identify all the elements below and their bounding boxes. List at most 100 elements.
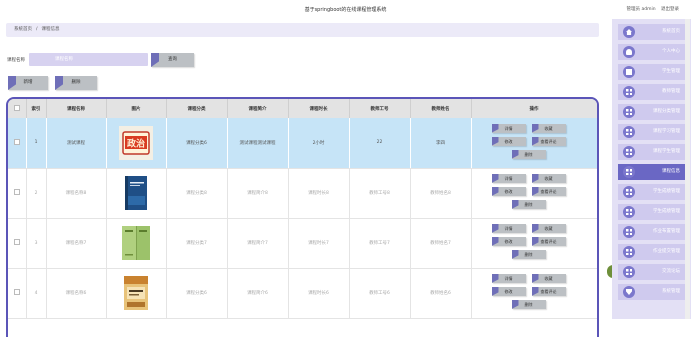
detail-button-label: 详情 <box>504 276 513 281</box>
flag-icon <box>531 274 539 283</box>
flag-icon <box>491 187 499 196</box>
bookmark-button-label: 收藏 <box>544 276 553 281</box>
grid-icon <box>623 106 635 118</box>
row-delete-button[interactable]: 删除 <box>511 149 546 159</box>
sidebar-item-label: 个人中心 <box>662 49 680 54</box>
app-title: 基于springboot的在线课程管理系统 <box>304 7 387 13</box>
row-delete-button[interactable]: 删除 <box>511 250 546 259</box>
detail-button[interactable]: 详情 <box>491 174 526 183</box>
breadcrumb-separator: / <box>36 27 38 32</box>
sidebar-item[interactable]: 系统管理 <box>618 284 688 300</box>
flag-icon <box>491 287 499 296</box>
course-cover-image: 政治 <box>107 125 166 160</box>
home-icon <box>623 26 635 38</box>
row-delete-button[interactable]: 删除 <box>511 300 546 309</box>
table-row[interactable]: 3 课程名称7 课程分类7 课程简介7 课程时长7 教师工号7 教师姓名7 详情 收藏 修改 查看评… <box>8 218 597 269</box>
table-row[interactable]: 2 课程名称8 课程分类8 课程简介8 课程时长8 教师工号8 教师姓名8 详情 收藏 修改 查看评… <box>8 168 597 219</box>
column-header: 课程名称 <box>46 99 107 118</box>
batch-delete-button[interactable]: 删除 <box>55 76 97 90</box>
detail-button[interactable]: 详情 <box>491 224 526 233</box>
sidebar-item[interactable]: 课程信息 <box>618 164 688 180</box>
sidebar-item[interactable]: 交流论坛 <box>618 264 688 280</box>
view-reviews-button[interactable]: 查看评论 <box>531 287 566 296</box>
row-checkbox[interactable] <box>13 289 20 295</box>
row-checkbox[interactable] <box>13 189 20 195</box>
sidebar-item[interactable]: 系统首页 <box>618 24 688 40</box>
row-checkbox[interactable] <box>13 138 20 145</box>
sidebar-item-label: 系统管理 <box>662 289 680 294</box>
edit-button-label: 修改 <box>504 239 513 244</box>
flag-icon <box>531 287 539 296</box>
svg-text:政治: 政治 <box>127 137 145 149</box>
flag-icon <box>491 274 499 283</box>
sidebar-item[interactable]: 学生成绩管理 <box>618 184 688 200</box>
table-row[interactable]: 1 测试课程 政治 课程分类6 测试课程测试课程 2小时 22 李四 详情 收藏 修改 查看评论 删除 <box>8 118 597 169</box>
bookmark-button[interactable]: 收藏 <box>531 274 566 283</box>
course-table: 索引 课程名称 图片 课程分类 课程简介 课程时长 教师工号 教师姓名 操作 1… <box>6 97 599 337</box>
view-reviews-button[interactable]: 查看评论 <box>531 136 566 146</box>
bookmark-button[interactable]: 收藏 <box>531 224 566 233</box>
cell-course-name: 课程名称8 <box>46 168 107 219</box>
flag-icon <box>151 53 159 67</box>
sidebar-item[interactable]: 学生成绩管理 <box>618 204 688 220</box>
logout-link[interactable]: 退出登录 <box>661 7 679 12</box>
sidebar-item-label: 交流论坛 <box>662 269 680 274</box>
flag-icon <box>511 250 519 259</box>
flag-icon <box>491 174 499 183</box>
sidebar-item-label: 学生成绩管理 <box>653 189 680 194</box>
column-header: 课程时长 <box>288 99 350 118</box>
flag-icon <box>8 76 16 90</box>
search-button[interactable]: 查询 <box>151 53 194 67</box>
grid-icon <box>623 146 635 158</box>
row-select-cell <box>8 168 27 219</box>
view-reviews-button[interactable]: 查看评论 <box>531 237 566 246</box>
flag-icon <box>491 136 499 146</box>
view-reviews-button[interactable]: 查看评论 <box>531 187 566 196</box>
flag-icon <box>511 149 519 159</box>
bookmark-button-label: 收藏 <box>544 125 553 131</box>
detail-button[interactable]: 详情 <box>491 123 526 133</box>
detail-button[interactable]: 详情 <box>491 274 526 283</box>
sidebar-item[interactable]: 课程学生管理 <box>618 144 688 160</box>
edit-button[interactable]: 修改 <box>491 287 526 296</box>
add-button[interactable]: 新增 <box>8 76 48 90</box>
edit-button[interactable]: 修改 <box>491 237 526 246</box>
row-delete-button[interactable]: 删除 <box>511 200 546 209</box>
scrollbar[interactable] <box>685 19 690 319</box>
flag-icon <box>531 136 539 146</box>
search-input[interactable]: 课程名称 <box>29 53 148 66</box>
select-all-checkbox[interactable] <box>13 104 20 111</box>
flag-icon <box>531 123 539 133</box>
add-button-label: 新增 <box>23 80 33 85</box>
grid-icon <box>623 226 635 238</box>
user-icon <box>623 46 635 58</box>
flag-icon <box>531 224 539 233</box>
flag-icon <box>491 224 499 233</box>
edit-button[interactable]: 修改 <box>491 136 526 146</box>
sidebar-item[interactable]: 教师管理 <box>618 84 688 100</box>
edit-button[interactable]: 修改 <box>491 187 526 196</box>
table-row[interactable]: 4 课程名称6 课程分类6 课程简介6 课程时长6 教师工号6 教师姓名6 详情 收藏 修改 查看评… <box>8 268 597 319</box>
row-checkbox[interactable] <box>13 239 20 245</box>
sidebar-item[interactable]: 作业布置管理 <box>618 224 688 240</box>
bookmark-button[interactable]: 收藏 <box>531 123 566 133</box>
cell-course-name: 课程名称7 <box>46 218 107 269</box>
breadcrumb-home[interactable]: 系统首页 <box>14 27 32 32</box>
sidebar-item[interactable]: 课程分类管理 <box>618 104 688 120</box>
diamond-icon <box>623 286 635 298</box>
column-header: 课程简介 <box>227 99 289 118</box>
sidebar-item[interactable]: 课程学习管理 <box>618 124 688 140</box>
cell-index: 4 <box>26 268 47 319</box>
sidebar-item[interactable]: 个人中心 <box>618 44 688 60</box>
row-delete-button-label: 删除 <box>524 252 533 257</box>
sidebar-item-label: 教师管理 <box>662 89 680 94</box>
flag-icon <box>531 237 539 246</box>
bookmark-button-label: 收藏 <box>544 176 553 181</box>
bookmark-button[interactable]: 收藏 <box>531 174 566 183</box>
cell-teacher-no: 教师工号6 <box>349 268 411 319</box>
cell-actions: 详情 收藏修改 查看评论删除 <box>471 168 597 219</box>
cell-duration: 课程时长8 <box>288 168 350 219</box>
sidebar-item[interactable]: 学生管理 <box>618 64 688 80</box>
sidebar-item[interactable]: 作业提交管理 <box>618 244 688 260</box>
column-header: 课程分类 <box>166 99 228 118</box>
